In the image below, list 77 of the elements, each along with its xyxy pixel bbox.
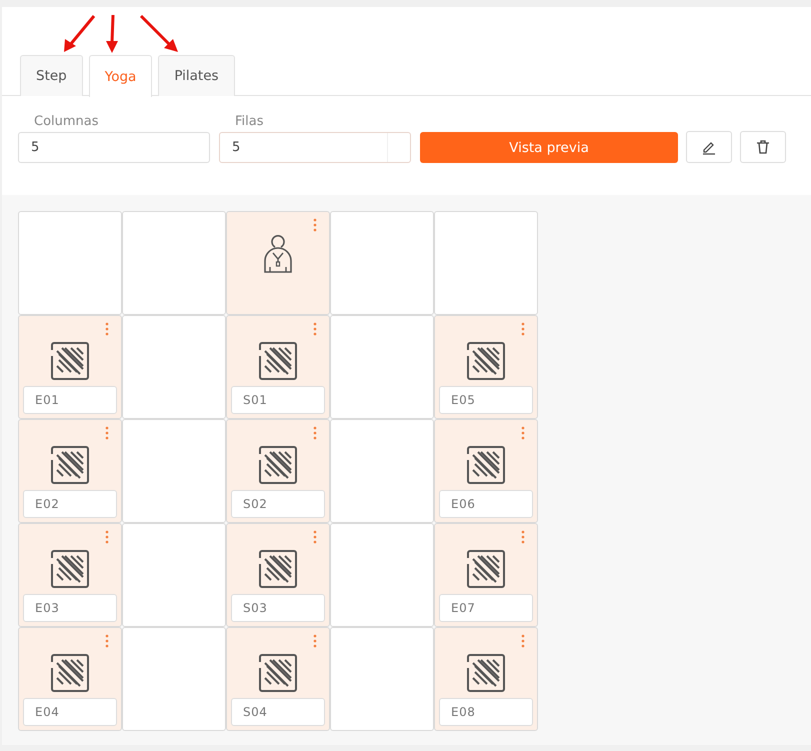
grid-cell[interactable]: E08: [434, 627, 538, 731]
grid-cell[interactable]: E02: [18, 419, 122, 523]
preview-button[interactable]: Vista previa: [420, 132, 678, 163]
mat-icon: [259, 550, 297, 588]
grid-cell[interactable]: S01: [226, 315, 330, 419]
grid-cell[interactable]: [122, 523, 226, 627]
grid-cell[interactable]: [330, 523, 434, 627]
station-label-field[interactable]: S03: [231, 594, 325, 622]
station-label-field[interactable]: E02: [23, 490, 117, 518]
grid-cell[interactable]: E03: [18, 523, 122, 627]
number-field[interactable]: 5: [219, 132, 411, 163]
field-label: Filas: [234, 114, 264, 129]
mat-icon: [259, 342, 297, 380]
grid-cell[interactable]: [226, 211, 330, 315]
grid-cell[interactable]: [330, 211, 434, 315]
station-label-field[interactable]: E05: [439, 386, 533, 414]
annotation-arrow: [106, 15, 118, 53]
more-icon[interactable]: [313, 530, 317, 544]
input-field[interactable]: 5: [18, 132, 210, 163]
station-label-field[interactable]: S01: [231, 386, 325, 414]
mat-icon: [51, 550, 89, 588]
delete-button[interactable]: [740, 131, 786, 163]
station-label-field[interactable]: S02: [231, 490, 325, 518]
grid-cell[interactable]: [330, 627, 434, 731]
grid-cell[interactable]: E07: [434, 523, 538, 627]
grid-cell[interactable]: [122, 315, 226, 419]
field-label: Columnas: [33, 114, 100, 129]
mat-icon: [467, 342, 505, 380]
grid-cell[interactable]: [330, 419, 434, 523]
station-label-field[interactable]: S04: [231, 698, 325, 726]
station-label-field[interactable]: E07: [439, 594, 533, 622]
more-icon[interactable]: [521, 530, 525, 544]
grid-cell[interactable]: [434, 211, 538, 315]
grid-cell[interactable]: [18, 211, 122, 315]
trash-icon: [755, 139, 771, 155]
tab[interactable]: Step: [20, 55, 83, 96]
grid-cell[interactable]: [122, 627, 226, 731]
annotation-arrow: [64, 15, 96, 52]
mat-icon: [51, 654, 89, 692]
more-icon[interactable]: [105, 426, 109, 440]
grid-cell[interactable]: E05: [434, 315, 538, 419]
more-icon[interactable]: [313, 218, 317, 232]
grid-cell[interactable]: E06: [434, 419, 538, 523]
station-label-field[interactable]: E03: [23, 594, 117, 622]
station-label-field[interactable]: E06: [439, 490, 533, 518]
mat-icon: [51, 446, 89, 484]
station-label-field[interactable]: E08: [439, 698, 533, 726]
tab[interactable]: Yoga: [88, 55, 152, 97]
mat-icon: [259, 654, 297, 692]
more-icon[interactable]: [313, 322, 317, 336]
grid-cell[interactable]: S03: [226, 523, 330, 627]
mat-icon: [467, 446, 505, 484]
more-icon[interactable]: [105, 322, 109, 336]
grid-cell[interactable]: [122, 419, 226, 523]
more-icon[interactable]: [521, 426, 525, 440]
more-icon[interactable]: [313, 426, 317, 440]
annotation-arrow: [140, 15, 178, 52]
tab[interactable]: Pilates: [158, 55, 235, 96]
grid-cell[interactable]: [330, 315, 434, 419]
more-icon[interactable]: [105, 634, 109, 648]
mat-icon: [467, 550, 505, 588]
station-label-field[interactable]: E01: [23, 386, 117, 414]
grid-cell[interactable]: [122, 211, 226, 315]
grid-cell[interactable]: S02: [226, 419, 330, 523]
more-icon[interactable]: [521, 322, 525, 336]
more-icon[interactable]: [105, 530, 109, 544]
grid-cell[interactable]: E01: [18, 315, 122, 419]
station-label-field[interactable]: E04: [23, 698, 117, 726]
mat-icon: [51, 342, 89, 380]
mat-icon: [467, 654, 505, 692]
person-icon: [263, 234, 293, 274]
more-icon[interactable]: [313, 634, 317, 648]
more-icon[interactable]: [521, 634, 525, 648]
grid-cell[interactable]: S04: [226, 627, 330, 731]
mat-icon: [259, 446, 297, 484]
edit-button[interactable]: [686, 131, 732, 163]
grid-cell[interactable]: E04: [18, 627, 122, 731]
